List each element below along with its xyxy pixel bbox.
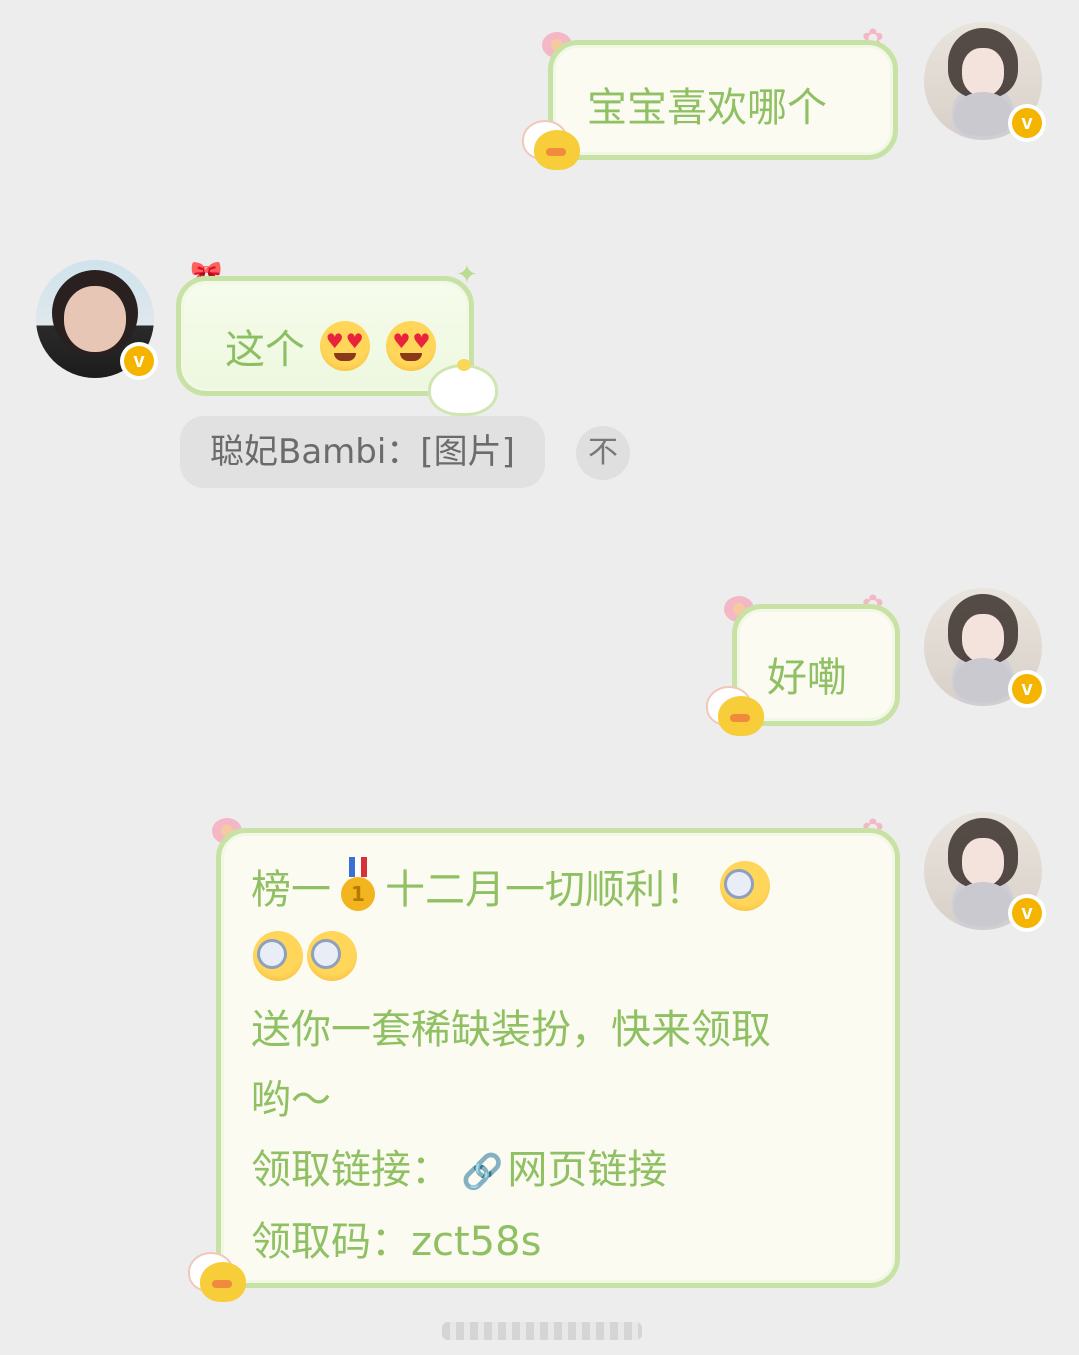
gold-medal-icon: 1: [341, 857, 375, 913]
message-line: 哟～: [251, 1077, 331, 1123]
message-line: 领取链接： 🔗 网页链接: [251, 1147, 668, 1193]
link-icon: 🔗: [461, 1152, 504, 1192]
message-text: 好嘞: [767, 655, 847, 701]
watermark-bar: [442, 1322, 642, 1340]
chick-decoration-icon: [534, 130, 580, 170]
verified-badge-icon: v: [1008, 104, 1046, 142]
message-text: 这个: [225, 327, 305, 373]
cat-decoration-icon: [428, 359, 498, 416]
claim-code[interactable]: zct58s: [411, 1219, 541, 1265]
message-line: 送你一套稀缺装扮，快来领取: [251, 1007, 771, 1053]
web-link[interactable]: 网页链接: [507, 1147, 667, 1193]
my-avatar[interactable]: v: [924, 812, 1046, 932]
message-line: 榜一 1 十二月一切顺利！: [251, 855, 875, 925]
sweat-emoji-icon: [253, 931, 303, 981]
message-line: 领取码：zct58s: [251, 1219, 542, 1265]
chick-decoration-icon: [718, 696, 764, 736]
quoted-message[interactable]: 聪妃Bambi：[图片]: [180, 416, 545, 488]
verified-badge-icon: v: [120, 342, 158, 380]
heart-eyes-emoji-icon: [386, 321, 437, 371]
message-text: 宝宝喜欢哪个: [587, 85, 827, 131]
heart-eyes-emoji-icon: [319, 321, 370, 371]
message-bubble[interactable]: 榜一 1 十二月一切顺利！ 送你一套稀缺装扮，快来领取 哟～ 领取链接： 🔗 网页链接 …: [216, 828, 900, 1288]
quoted-text: 聪妃Bambi：[图片]: [210, 432, 515, 472]
sweat-emoji-icon: [307, 931, 357, 981]
message-line: [251, 925, 875, 995]
my-avatar[interactable]: v: [924, 588, 1046, 708]
chick-decoration-icon: [200, 1262, 246, 1302]
message-bubble[interactable]: 宝宝喜欢哪个: [548, 40, 898, 160]
pin-icon[interactable]: 不: [576, 426, 630, 480]
sender-avatar[interactable]: v: [36, 260, 158, 380]
my-avatar[interactable]: v: [924, 22, 1046, 142]
sweat-emoji-icon: [719, 861, 770, 911]
verified-badge-icon: v: [1008, 894, 1046, 932]
verified-badge-icon: v: [1008, 670, 1046, 708]
message-bubble[interactable]: 这个: [176, 276, 474, 396]
